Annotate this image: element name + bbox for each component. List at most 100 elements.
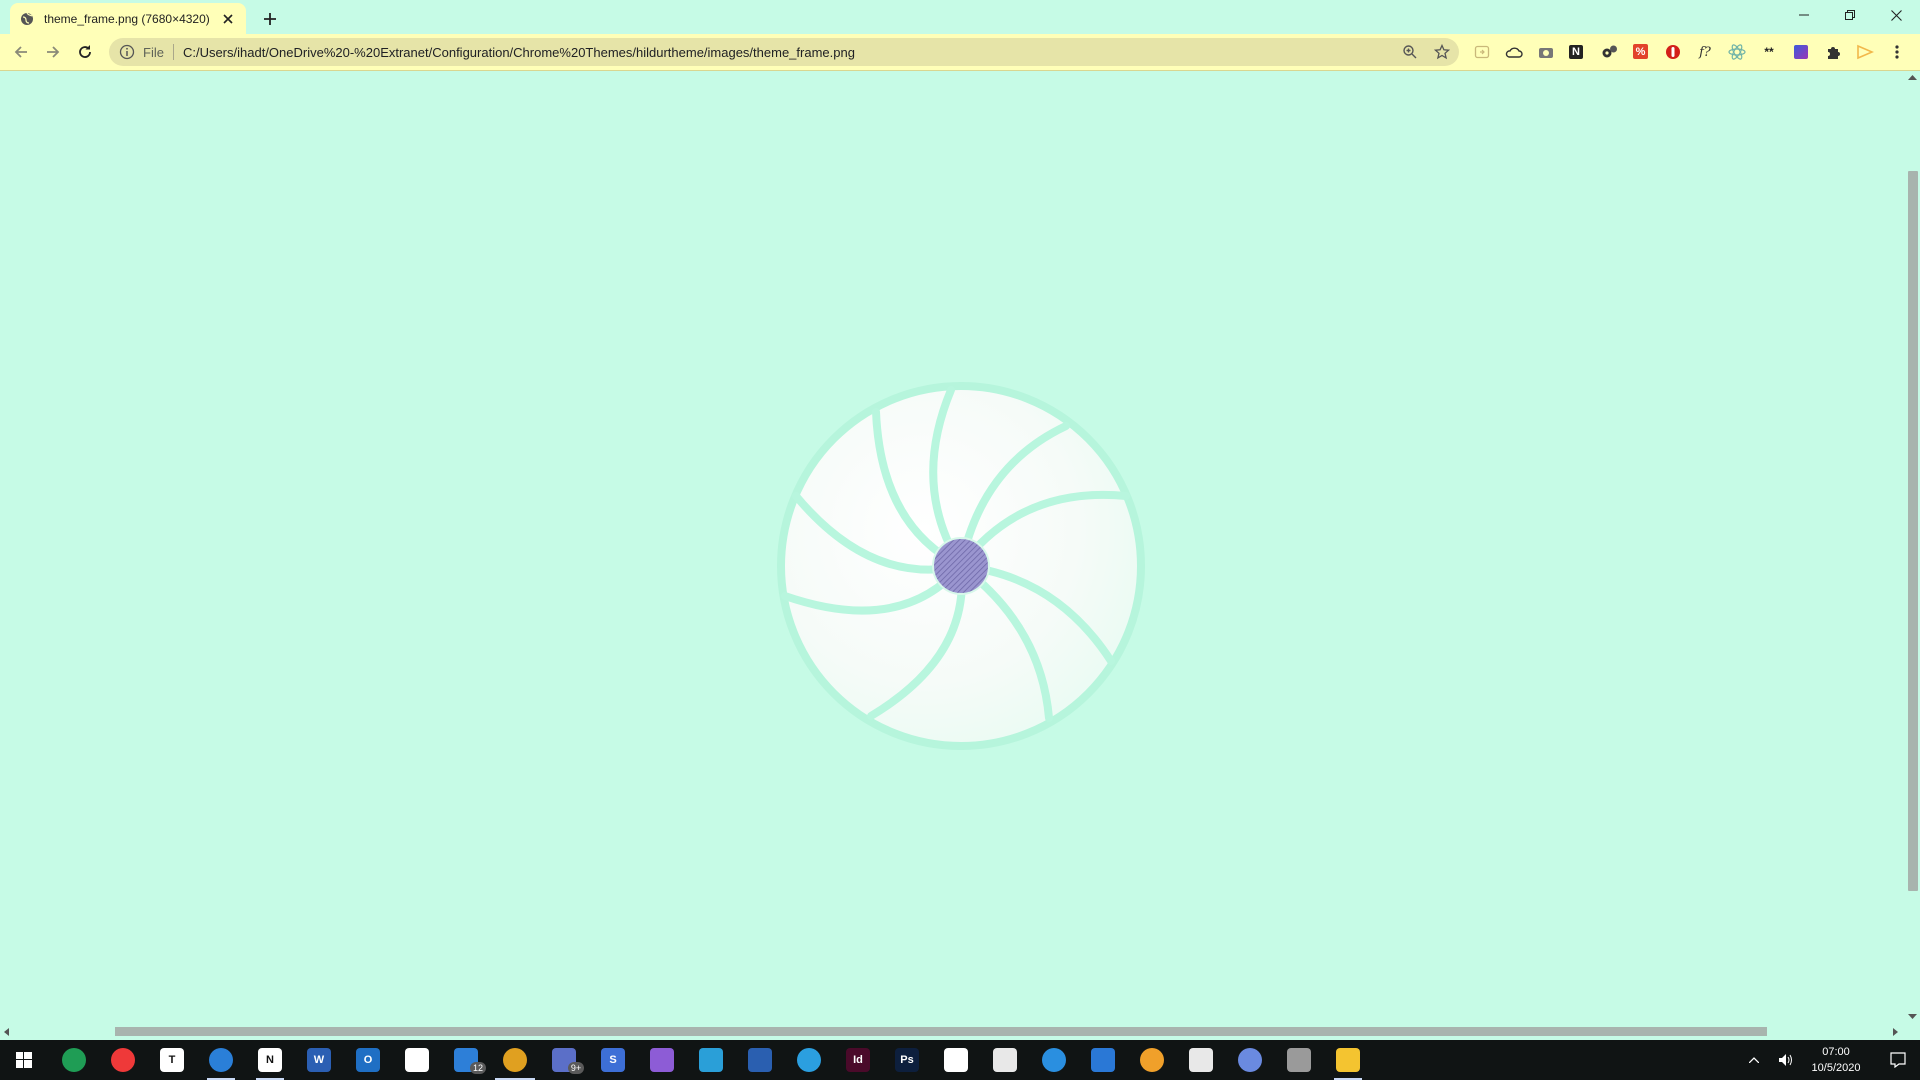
tab-title: theme_frame.png (7680×4320): [44, 11, 210, 26]
restore-button[interactable]: [1827, 0, 1873, 30]
word-icon: W: [307, 1048, 331, 1072]
tab-strip: theme_frame.png (7680×4320): [0, 0, 1920, 34]
vertical-scrollbar[interactable]: [1905, 71, 1920, 1025]
gears-icon[interactable]: [1601, 43, 1619, 61]
wheel-hub: [932, 537, 990, 595]
taskbar: T N W O 12 9+ S Id Ps 07:00 10/5/2020: [0, 1040, 1920, 1080]
taskbar-telegram-button[interactable]: [785, 1040, 833, 1080]
mail-icon: [1091, 1048, 1115, 1072]
photoshop-icon: Ps: [895, 1048, 919, 1072]
play-ext-icon[interactable]: [1856, 43, 1874, 61]
podcast-icon: [1238, 1048, 1262, 1072]
clock-time: 07:00: [1822, 1046, 1850, 1058]
tab-theme-frame[interactable]: theme_frame.png (7680×4320): [10, 3, 246, 34]
back-button[interactable]: [9, 40, 33, 64]
function-ext-icon[interactable]: f?: [1696, 43, 1714, 61]
tray-chevron-icon[interactable]: [1742, 1040, 1766, 1080]
tab-close-icon[interactable]: [220, 11, 236, 27]
taskbar-powershell-button[interactable]: [736, 1040, 784, 1080]
taskbar-typora-button[interactable]: T: [148, 1040, 196, 1080]
taskbar-file-explorer-button[interactable]: [1324, 1040, 1372, 1080]
taskbar-mail-button[interactable]: [1079, 1040, 1127, 1080]
notification-badge: 9+: [568, 1062, 584, 1074]
taskbar-indesign-button[interactable]: Id: [834, 1040, 882, 1080]
taskbar-chrome-button[interactable]: [491, 1040, 539, 1080]
taskbar-simplenote-button[interactable]: S: [589, 1040, 637, 1080]
forward-button[interactable]: [41, 40, 65, 64]
globe-icon: [20, 12, 34, 26]
theme-frame-image: [777, 382, 1145, 750]
telegram-icon: [797, 1048, 821, 1072]
chrome-icon: [503, 1048, 527, 1072]
taskbar-bitwarden-button[interactable]: [393, 1040, 441, 1080]
url-text[interactable]: C:/Users/ihadt/OneDrive%20-%20Extranet/C…: [183, 45, 855, 60]
react-ext-icon[interactable]: [1728, 43, 1746, 61]
taskbar-firefox-button[interactable]: [197, 1040, 245, 1080]
taskbar-visual-studio-button[interactable]: [638, 1040, 686, 1080]
menu-kebab-icon[interactable]: [1888, 43, 1906, 61]
image-viewport: [0, 71, 1905, 1025]
horizontal-scrollbar[interactable]: [0, 1025, 1920, 1038]
vscode-icon: [699, 1048, 723, 1072]
taskbar-vscode-button[interactable]: [687, 1040, 735, 1080]
close-window-button[interactable]: [1873, 0, 1919, 30]
indesign-icon: Id: [846, 1048, 870, 1072]
gradient-ext-icon[interactable]: [1792, 43, 1810, 61]
taskbar-edge-dev-button[interactable]: [50, 1040, 98, 1080]
bitwarden-icon: [405, 1048, 429, 1072]
reader-mode-icon[interactable]: [1473, 43, 1491, 61]
zoom-icon[interactable]: [1402, 44, 1418, 60]
taskbar-onedrive-button[interactable]: [1030, 1040, 1078, 1080]
taskbar-podcast-button[interactable]: [1226, 1040, 1274, 1080]
file-explorer-icon: [1336, 1048, 1360, 1072]
taskbar-discord-button[interactable]: 9+: [540, 1040, 588, 1080]
scheme-divider: [172, 44, 174, 60]
taskbar-vivaldi-button[interactable]: [99, 1040, 147, 1080]
info-icon[interactable]: [119, 44, 135, 60]
action-center-icon[interactable]: [1880, 1040, 1916, 1080]
notion-ext-icon[interactable]: N: [1569, 45, 1583, 59]
asterisk-ext-icon[interactable]: **: [1760, 43, 1778, 61]
visual-studio-icon: [650, 1048, 674, 1072]
taskbar-app-manager-button[interactable]: [981, 1040, 1029, 1080]
simplenote-icon: S: [601, 1048, 625, 1072]
system-clock[interactable]: 07:00 10/5/2020: [1796, 1044, 1876, 1076]
app-manager-icon: [993, 1048, 1017, 1072]
reload-button[interactable]: [73, 40, 97, 64]
firefox-icon: [209, 1048, 233, 1072]
taskbar-word-button[interactable]: W: [295, 1040, 343, 1080]
taskbar-outlook-button[interactable]: O: [344, 1040, 392, 1080]
firefox-alt-icon: [1140, 1048, 1164, 1072]
onedrive-icon: [1042, 1048, 1066, 1072]
taskbar-slack-button[interactable]: [1177, 1040, 1225, 1080]
clock-date: 10/5/2020: [1811, 1062, 1861, 1074]
terminal-icon: [1287, 1048, 1311, 1072]
start-button[interactable]: [0, 1040, 48, 1080]
shield-ext-icon[interactable]: [1664, 43, 1682, 61]
percent-ext-icon[interactable]: %: [1633, 44, 1648, 59]
taskbar-firefox-alt-button[interactable]: [1128, 1040, 1176, 1080]
taskbar-todo-button[interactable]: 12: [442, 1040, 490, 1080]
inkscape-icon: [944, 1048, 968, 1072]
taskbar-terminal-button[interactable]: [1275, 1040, 1323, 1080]
cloud-icon[interactable]: [1505, 43, 1523, 61]
puzzle-icon[interactable]: [1824, 43, 1842, 61]
camera-icon[interactable]: [1537, 43, 1555, 61]
minimize-button[interactable]: [1781, 0, 1827, 30]
taskbar-inkscape-button[interactable]: [932, 1040, 980, 1080]
typora-icon: T: [160, 1048, 184, 1072]
vivaldi-icon: [111, 1048, 135, 1072]
browser-toolbar: File C:/Users/ihadt/OneDrive%20-%20Extra…: [0, 34, 1920, 71]
address-bar[interactable]: File C:/Users/ihadt/OneDrive%20-%20Extra…: [109, 38, 1459, 66]
notification-badge: 12: [470, 1062, 486, 1074]
notion-icon: N: [258, 1048, 282, 1072]
volume-icon[interactable]: [1774, 1040, 1798, 1080]
horizontal-scroll-thumb[interactable]: [115, 1027, 1767, 1036]
vertical-scroll-thumb[interactable]: [1908, 171, 1918, 891]
taskbar-notion-button[interactable]: N: [246, 1040, 294, 1080]
taskbar-photoshop-button[interactable]: Ps: [883, 1040, 931, 1080]
new-tab-button[interactable]: [258, 7, 282, 31]
edge-dev-icon: [62, 1048, 86, 1072]
bookmark-star-icon[interactable]: [1434, 44, 1450, 60]
outlook-icon: O: [356, 1048, 380, 1072]
